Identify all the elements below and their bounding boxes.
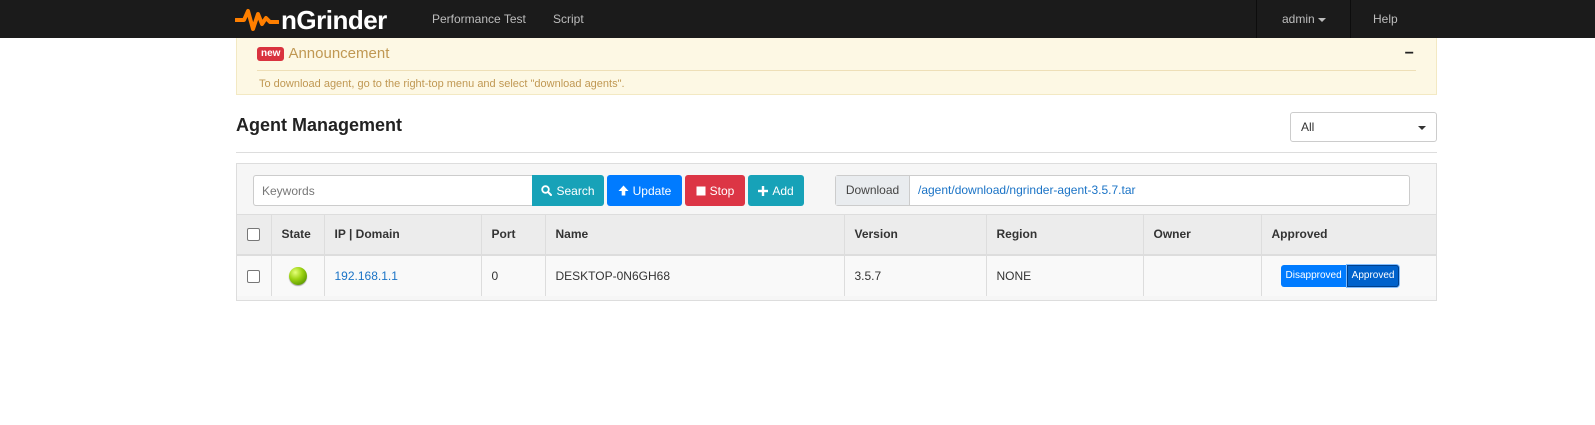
user-name: admin [1282, 12, 1315, 26]
stop-button[interactable]: Stop [685, 175, 745, 206]
plus-icon [758, 185, 769, 196]
user-menu[interactable]: admin [1282, 0, 1326, 38]
brand-name: nGrinder [281, 4, 387, 35]
new-badge: new [257, 46, 285, 61]
announcement-panel: new Announcement − To download agent, go… [236, 38, 1437, 95]
approval-toggle: Disapproved Approved [1280, 264, 1400, 287]
row-select-cell [237, 254, 271, 296]
region-cell: NONE [985, 254, 1143, 296]
agent-ip-link[interactable]: 192.168.1.1 [335, 269, 398, 283]
ngrinder-logo-icon [235, 9, 279, 31]
header-owner[interactable]: Owner [1142, 214, 1261, 256]
search-input[interactable] [253, 175, 532, 206]
select-all-header [237, 214, 271, 256]
approve-button[interactable]: Approved [1346, 264, 1400, 287]
region-filter-value: All [1301, 120, 1315, 134]
agent-ready-icon [288, 266, 307, 285]
header-version[interactable]: Version [843, 214, 986, 256]
select-all-checkbox[interactable] [247, 228, 260, 242]
header-port[interactable]: Port [480, 214, 545, 256]
disapprove-button[interactable]: Disapproved [1280, 264, 1347, 287]
divider [236, 152, 1437, 153]
header-region[interactable]: Region [985, 214, 1143, 256]
search-button-label: Search [556, 183, 595, 198]
add-button-label: Add [772, 183, 794, 198]
header-name[interactable]: Name [544, 214, 844, 256]
divider [257, 70, 1416, 71]
page-title: Agent Management [236, 115, 403, 135]
nav-script[interactable]: Script [553, 0, 584, 38]
download-field: Download /agent/download/ngrinder-agent-… [835, 175, 1410, 206]
download-agent-link[interactable]: /agent/download/ngrinder-agent-3.5.7.tar [910, 176, 1135, 205]
nav-divider [1256, 0, 1257, 38]
table-row: 192.168.1.1 0 DESKTOP-0N6GH68 3.5.7 NONE… [237, 254, 1436, 296]
ip-cell: 192.168.1.1 [323, 254, 481, 296]
agent-panel: Search Update Stop Add Download /agent/d… [236, 163, 1437, 301]
update-button-label: Update [632, 183, 672, 198]
state-cell [270, 254, 324, 296]
region-filter-select[interactable]: All [1290, 112, 1437, 142]
nav-performance-test[interactable]: Performance Test [432, 0, 526, 38]
add-button[interactable]: Add [748, 175, 804, 206]
download-label: Download [836, 176, 910, 205]
search-icon [541, 185, 553, 196]
announcement-header: new Announcement [257, 45, 389, 62]
stop-button-label: Stop [709, 183, 735, 198]
announcement-title: Announcement [288, 45, 390, 62]
approved-cell: Disapproved Approved [1260, 254, 1436, 296]
ngrinder-logo[interactable]: nGrinder [235, 3, 387, 37]
chevron-down-icon [1317, 17, 1326, 22]
nav-divider [1350, 0, 1351, 38]
top-navbar: nGrinder Performance Test Script admin H… [0, 0, 1595, 38]
header-approved[interactable]: Approved [1260, 214, 1436, 256]
agent-table: State IP | Domain Port Name Version Regi… [237, 214, 1436, 296]
update-button[interactable]: Update [607, 175, 682, 206]
nav-help[interactable]: Help [1373, 0, 1398, 38]
port-cell: 0 [480, 254, 545, 296]
owner-cell [1142, 254, 1261, 296]
row-checkbox[interactable] [247, 269, 260, 283]
announcement-body: To download agent, go to the right-top m… [259, 78, 625, 90]
chevron-down-icon [1418, 126, 1426, 130]
header-ip-domain[interactable]: IP | Domain [323, 214, 481, 256]
search-button[interactable]: Search [532, 175, 604, 206]
name-cell: DESKTOP-0N6GH68 [544, 254, 844, 296]
collapse-icon[interactable]: − [1405, 45, 1414, 63]
header-state[interactable]: State [270, 214, 324, 256]
arrow-up-icon [618, 185, 629, 196]
table-header-row: State IP | Domain Port Name Version Regi… [237, 214, 1436, 256]
version-cell: 3.5.7 [843, 254, 986, 296]
stop-square-icon [696, 186, 706, 196]
